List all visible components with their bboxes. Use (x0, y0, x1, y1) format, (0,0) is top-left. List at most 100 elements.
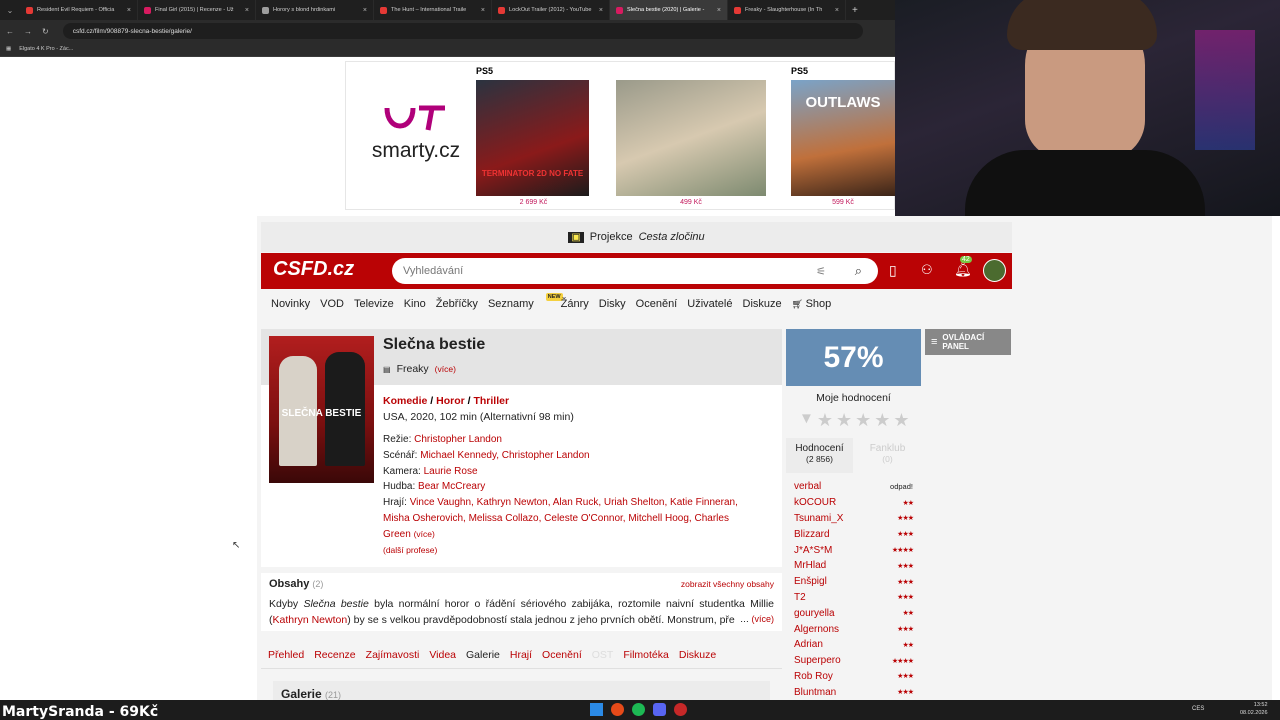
tab-hraji[interactable]: Hrají (510, 649, 532, 661)
list-item[interactable]: T2 ★★★ (786, 590, 921, 606)
browser-tab[interactable]: Horory s blond hrdinkami × (256, 0, 374, 20)
search-input[interactable]: Vyhledávání ⚟ ⌕ (392, 258, 878, 284)
list-item[interactable]: Algernons ★★★ (786, 621, 921, 637)
tab-zajimavosti[interactable]: Zajímavosti (366, 649, 420, 661)
cast-more-link[interactable]: (více) (414, 529, 435, 539)
user-name[interactable]: T2 (794, 592, 806, 603)
nav-item[interactable]: Novinky (271, 298, 310, 310)
tab-fanclub[interactable]: Fanklub (0) (854, 438, 921, 473)
user-name[interactable]: Superpero (794, 655, 841, 666)
credit-names[interactable]: Vince Vaughn, Kathryn Newton, Alan Ruck,… (383, 497, 738, 540)
close-icon[interactable]: × (599, 7, 603, 14)
tab-filmoteka[interactable]: Filmotéka (623, 649, 669, 661)
tab-videa[interactable]: Videa (429, 649, 456, 661)
close-icon[interactable]: × (481, 7, 485, 14)
credit-names[interactable]: Christopher Landon (414, 434, 502, 445)
list-item[interactable]: gouryella ★★ (786, 605, 921, 621)
nav-item[interactable]: Diskuze (743, 298, 782, 310)
genre-link[interactable]: Komedie (383, 395, 427, 407)
list-item[interactable]: Superpero ★★★★ (786, 653, 921, 669)
alt-more-link[interactable]: (více) (435, 364, 456, 374)
user-name[interactable]: Bluntman (794, 687, 836, 698)
user-name[interactable]: Enšpigl (794, 576, 827, 587)
star-icon[interactable]: ★ (836, 410, 852, 431)
close-icon[interactable]: × (835, 7, 839, 14)
browser-tab[interactable]: Resident Evil Requiem - Officia × (20, 0, 138, 20)
ad-product-2[interactable]: 499 Kč (616, 66, 766, 206)
plot-more-link[interactable]: (více) (752, 614, 775, 624)
star-icon[interactable]: ★ (893, 410, 909, 431)
language-indicator[interactable]: CES (1192, 706, 1204, 712)
tab-ost[interactable]: OST (592, 649, 614, 661)
my-rating-stars[interactable]: ▼ ★ ★ ★ ★ ★ (799, 410, 910, 431)
new-tab-icon[interactable]: + (846, 5, 858, 16)
user-name[interactable]: MrHlad (794, 560, 826, 571)
tab-prehled[interactable]: Přehled (268, 649, 304, 661)
browser-tab[interactable]: Slečna bestie (2020) | Galerie - × (610, 0, 728, 20)
windows-start-icon[interactable] (590, 703, 603, 716)
forward-icon[interactable]: → (24, 27, 32, 36)
user-name[interactable]: kOCOUR (794, 497, 836, 508)
browser-tab[interactable]: Freaky - Slaughterhouse (In Th × (728, 0, 846, 20)
nav-item[interactable]: Kino (404, 298, 426, 310)
film-poster[interactable]: SLEČNA BESTIE (269, 336, 374, 483)
obs-icon[interactable] (674, 703, 687, 716)
close-icon[interactable]: × (245, 7, 249, 14)
bookmark-icon[interactable]: ▯ (889, 262, 897, 279)
discord-icon[interactable] (653, 703, 666, 716)
tab-galerie[interactable]: Galerie (466, 649, 500, 661)
browser-tab[interactable]: The Hunt – International Traile × (374, 0, 492, 20)
tab-diskuze[interactable]: Diskuze (679, 649, 716, 661)
credit-names[interactable]: Michael Kennedy, Christopher Landon (420, 450, 589, 461)
genre-link[interactable]: Horor (436, 395, 465, 407)
user-name[interactable]: Adrian (794, 639, 823, 650)
nav-item[interactable]: SeznamyNEW (488, 293, 563, 310)
user-name[interactable]: Blizzard (794, 529, 830, 540)
search-icon[interactable]: ⌕ (855, 263, 862, 279)
clock[interactable]: 13:52 08.02.2026 (1240, 701, 1268, 717)
nav-item[interactable]: 🛒︎ Shop (792, 298, 832, 310)
users-icon[interactable]: ⚇ (921, 262, 933, 278)
credit-names[interactable]: Bear McCreary (418, 481, 485, 492)
user-name[interactable]: gouryella (794, 608, 835, 619)
spotify-icon[interactable] (632, 703, 645, 716)
show-all-plots-link[interactable]: zobrazit všechny obsahy (681, 579, 774, 589)
list-item[interactable]: verbal odpad! (786, 479, 921, 495)
close-icon[interactable]: × (127, 7, 131, 14)
list-item[interactable]: J*A*S*M ★★★★ (786, 542, 921, 558)
star-icon[interactable]: ★ (817, 410, 833, 431)
tab-recenze[interactable]: Recenze (314, 649, 355, 661)
list-item[interactable]: Enšpigl ★★★ (786, 574, 921, 590)
smarty-logo[interactable]: smarty.cz (366, 102, 466, 163)
user-name[interactable]: verbal (794, 481, 821, 492)
filter-icon[interactable]: ⚟ (816, 265, 826, 278)
nav-item[interactable]: Disky (599, 298, 626, 310)
close-icon[interactable]: × (717, 7, 721, 14)
nav-item[interactable]: Žebříčky (436, 298, 478, 310)
promo-title[interactable]: Cesta zločinu (639, 231, 705, 243)
user-name[interactable]: Rob Roy (794, 671, 833, 682)
ad-product-3[interactable]: PS5 OUTLAWS 599 Kč (791, 66, 895, 206)
list-item[interactable]: kOCOUR ★★ (786, 495, 921, 511)
list-item[interactable]: Adrian ★★ (786, 637, 921, 653)
bookmark-item[interactable]: Elgato 4 K Pro - Zác... (19, 46, 73, 52)
star-icon[interactable]: ★ (874, 410, 890, 431)
close-icon[interactable]: × (363, 7, 367, 14)
apps-icon[interactable]: ▦ (6, 46, 11, 52)
nav-item[interactable]: Žánry (561, 298, 589, 310)
credit-names[interactable]: Laurie Rose (424, 466, 478, 477)
promo-bar[interactable]: ▣ Projekce Cesta zločinu (261, 222, 1012, 252)
list-item[interactable]: MrHlad ★★★ (786, 558, 921, 574)
actor-link[interactable]: Kathryn Newton (273, 614, 348, 626)
ad-banner[interactable]: smarty.cz PS5 TERMINATOR 2D NO FATE 2 69… (345, 61, 895, 210)
tab-oceneni[interactable]: Ocenění (542, 649, 582, 661)
back-icon[interactable]: ← (6, 27, 14, 36)
nav-item[interactable]: Ocenění (636, 298, 678, 310)
star-icon[interactable]: ★ (855, 410, 871, 431)
nav-item[interactable]: VOD (320, 298, 344, 310)
avatar[interactable] (983, 259, 1006, 282)
tab-ratings[interactable]: Hodnocení (2 856) (786, 438, 853, 473)
nav-item[interactable]: Uživatelé (687, 298, 732, 310)
notification-icon[interactable]: 🔔︎ (954, 261, 972, 278)
browser-tab[interactable]: Final Girl (2015) | Recenze - Už × (138, 0, 256, 20)
